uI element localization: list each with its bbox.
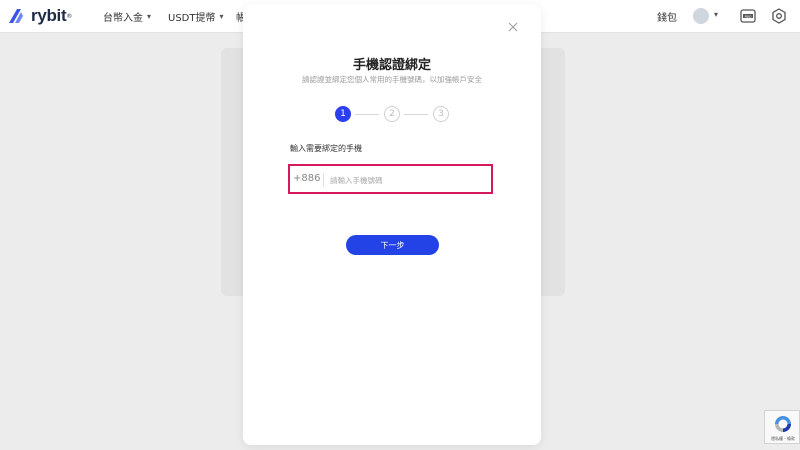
next-step-button[interactable]: 下一步 xyxy=(346,235,439,255)
step-indicator: 1 2 3 xyxy=(333,106,453,124)
step-2: 2 xyxy=(384,106,400,122)
step-connector xyxy=(355,114,379,115)
modal-title: 手機認證綁定 xyxy=(352,58,431,73)
phone-binding-modal: 手機認證綁定 請認證並綁定您個人常用的手機號碼，以加強帳戶安全 1 2 3 輸入… xyxy=(243,4,541,445)
field-divider xyxy=(323,173,324,187)
phone-number-input[interactable] xyxy=(330,171,485,189)
step-3: 3 xyxy=(433,106,449,122)
step-connector xyxy=(404,114,428,115)
country-code-selector[interactable]: +886 xyxy=(293,173,320,184)
recaptcha-badge[interactable]: 隱私權 - 條款 xyxy=(764,410,800,444)
phone-field: +886 xyxy=(288,164,493,194)
close-icon[interactable] xyxy=(506,20,520,34)
modal-subtitle: 請認證並綁定您個人常用的手機號碼，以加強帳戶安全 xyxy=(302,75,482,84)
step-1: 1 xyxy=(335,106,351,122)
recaptcha-icon xyxy=(775,416,791,432)
phone-field-label: 輸入需要綁定的手機 xyxy=(290,144,362,153)
recaptcha-terms[interactable]: 隱私權 - 條款 xyxy=(766,436,800,442)
